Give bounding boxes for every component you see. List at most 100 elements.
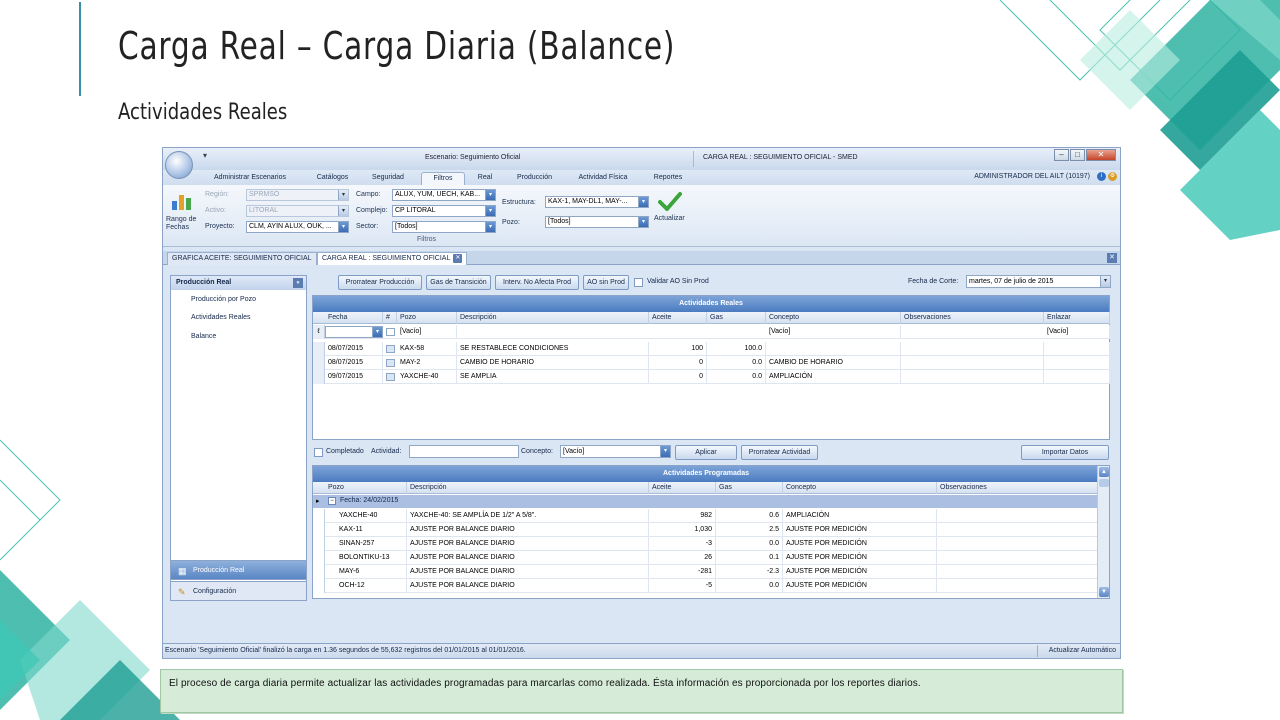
interv-no-afecta-button[interactable]: Interv. No Afecta Prod [495,275,579,290]
cell-aceite[interactable]: 100 [649,342,707,356]
cell-observaciones[interactable] [901,370,1044,384]
region-select[interactable]: SPRMSO ▾ [246,189,349,201]
scroll-thumb[interactable] [1099,479,1109,487]
cell-observaciones[interactable] [937,509,1099,523]
settings-icon[interactable]: ⚙ [1108,172,1117,181]
minimize-button[interactable]: – [1054,149,1069,161]
cell-pozo[interactable]: YAXCHE-40 [397,370,457,384]
quick-access-toolbar[interactable]: ▾ [203,151,207,160]
close-button[interactable]: ✕ [1086,149,1116,161]
cell-enlazar[interactable] [1044,370,1110,384]
cell-gas[interactable]: 0.0 [716,537,783,551]
date-range-button[interactable]: Rango de Fechas [166,216,200,232]
actualizar-button[interactable]: Actualizar [654,215,685,222]
cell-pozo[interactable]: OCH-12 [325,579,407,593]
cell-descripcion[interactable]: AJUSTE POR BALANCE DIARIO [407,565,649,579]
cell-gas[interactable]: 0.6 [716,509,783,523]
cell-aceite[interactable]: 0 [649,370,707,384]
cell-gas[interactable]: 100.0 [707,342,766,356]
doc-tab-grafica-aceite[interactable]: GRAFICA ACEITE: SEGUIMIENTO OFICIAL [167,252,317,265]
cell-descripcion[interactable]: AJUSTE POR BALANCE DIARIO [407,551,649,565]
tab-administrar-escenarios[interactable]: Administrar Escenarios [205,172,295,185]
cell-gas[interactable]: -2.3 [716,565,783,579]
cell-descripcion[interactable]: AJUSTE POR BALANCE DIARIO [407,523,649,537]
doc-tab-carga-real[interactable]: CARGA REAL : SEGUIMIENTO OFICIAL ✕ [317,252,468,265]
cell-pozo[interactable]: BOLONTIKU-13 [325,551,407,565]
cell-gas[interactable]: 0.0 [716,579,783,593]
row-checkbox[interactable] [386,359,395,367]
filter-checkbox[interactable] [386,328,395,336]
tab-reportes[interactable]: Reportes [643,172,693,185]
row-checkbox[interactable] [386,345,395,353]
cell-observaciones[interactable] [937,537,1099,551]
tab-catalogos[interactable]: Catálogos [305,172,360,185]
cell-descripcion[interactable]: AJUSTE POR BALANCE DIARIO [407,579,649,593]
sector-select[interactable]: [Todos] ▾ [392,221,496,233]
tab-seguridad[interactable]: Seguridad [363,172,413,185]
sidebar-item-actividades-reales[interactable]: Actividades Reales [191,314,251,321]
cell-pozo[interactable]: KAX-11 [325,523,407,537]
cell-enlazar[interactable] [1044,342,1110,356]
cell-aceite[interactable]: 26 [649,551,716,565]
tab-real[interactable]: Real [469,172,501,185]
cell-concepto[interactable]: CAMBIO DE HORARIO [766,356,901,370]
cell-observaciones[interactable] [901,356,1044,370]
info-icon[interactable]: i [1097,172,1106,181]
prorratear-actividad-button[interactable]: Prorratear Actividad [741,445,818,460]
table-row[interactable]: BOLONTIKU-13 AJUSTE POR BALANCE DIARIO 26 0… [313,551,1099,565]
cell-concepto[interactable]: AJUSTE POR MEDICIÓN [783,537,937,551]
cell-descripcion[interactable]: CAMBIO DE HORARIO [457,356,649,370]
expand-icon[interactable]: ▸ [316,497,320,505]
cell-concepto[interactable]: AMPLIACIÓN [766,370,901,384]
table-row[interactable]: KAX-11 AJUSTE POR BALANCE DIARIO 1,030 2.5 A… [313,523,1099,537]
table-row[interactable]: YAXCHE-40 YAXCHE-40: SE AMPLÍA DE 1/2" A … [313,509,1099,523]
cell-aceite[interactable]: 0 [649,356,707,370]
sidebar-item-produccion-por-pozo[interactable]: Producción por Pozo [191,296,256,303]
app-menu-button[interactable] [165,151,193,179]
group-row[interactable]: ▸ − Fecha: 24/02/2015 [313,495,1099,508]
row-checkbox[interactable] [386,373,395,381]
cell-gas[interactable]: 0.0 [707,356,766,370]
nav-configuracion[interactable]: ✎ Configuración [170,581,307,601]
vertical-scrollbar[interactable]: ▲ ▼ [1097,466,1109,598]
table-row[interactable]: 08/07/2015 KAX-58 SE RESTABLECE CONDICIONE… [313,342,1110,356]
table-row[interactable]: SINAN-257 AJUSTE POR BALANCE DIARIO -3 0.0 A… [313,537,1099,551]
table-row[interactable]: MAY-6 AJUSTE POR BALANCE DIARIO -281 -2.3 AJ… [313,565,1099,579]
concepto-select[interactable]: [Vacío] ▾ [560,445,671,458]
close-document-icon[interactable]: ✕ [1107,253,1117,263]
proyecto-select[interactable]: CLM, AYIN ALUX, OUK, ... ▾ [246,221,349,233]
validar-ao-checkbox[interactable] [634,278,643,287]
cell-concepto[interactable]: AMPLIACIÓN [783,509,937,523]
cell-pozo[interactable]: MAY-6 [325,565,407,579]
cell-descripcion[interactable]: SE AMPLIA [457,370,649,384]
checkmark-icon[interactable] [658,191,682,211]
cell-concepto[interactable]: AJUSTE POR MEDICIÓN [783,579,937,593]
cell-descripcion[interactable]: YAXCHE-40: SE AMPLÍA DE 1/2" A 5/8". [407,509,649,523]
cell-descripcion[interactable]: SE RESTABLECE CONDICIONES [457,342,649,356]
cell-concepto[interactable]: AJUSTE POR MEDICIÓN [783,565,937,579]
cell-observaciones[interactable] [937,579,1099,593]
auto-update-toggle[interactable]: Actualizar Automático [1049,647,1116,654]
cell-concepto[interactable] [766,342,901,356]
tab-produccion[interactable]: Producción [507,172,562,185]
collapse-icon[interactable]: « [293,278,303,288]
cell-aceite[interactable]: 1,030 [649,523,716,537]
cell-observaciones[interactable] [937,551,1099,565]
cell-gas[interactable]: 0.0 [707,370,766,384]
scroll-up-icon[interactable]: ▲ [1099,467,1109,477]
cell-enlazar[interactable] [1044,356,1110,370]
complejo-select[interactable]: CP LITORAL ▾ [392,205,496,217]
ao-sin-prod-button[interactable]: AO sin Prod [583,275,629,290]
tab-actividad-fisica[interactable]: Actividad Física [568,172,638,185]
cell-aceite[interactable]: -3 [649,537,716,551]
cell-pozo[interactable]: KAX-58 [397,342,457,356]
cell-observaciones[interactable] [937,523,1099,537]
table-row[interactable]: 09/07/2015 YAXCHE-40 SE AMPLIA 0 0.0 AMPLIACI… [313,370,1110,384]
aplicar-button[interactable]: Aplicar [675,445,737,460]
sidebar-item-balance[interactable]: Balance [191,333,216,340]
cell-pozo[interactable]: SINAN-257 [325,537,407,551]
fecha-corte-select[interactable]: martes, 07 de julio de 2015 ▾ [966,275,1111,288]
cell-pozo[interactable]: MAY-2 [397,356,457,370]
actividad-input[interactable] [409,445,519,458]
cell-gas[interactable]: 0.1 [716,551,783,565]
